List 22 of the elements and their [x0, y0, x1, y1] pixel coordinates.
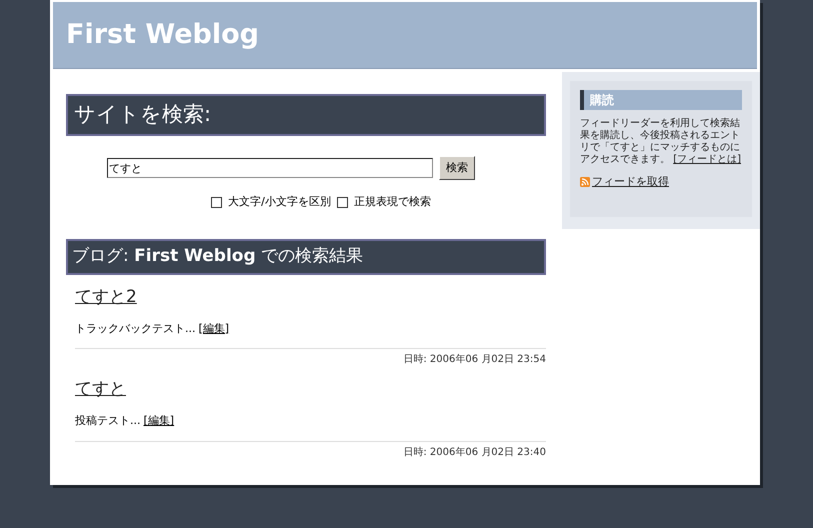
checkbox-label: 正規表現で検索: [354, 194, 431, 210]
checkbox[interactable]: [211, 196, 222, 208]
entry-title-link[interactable]: てすと2: [75, 284, 137, 310]
entry-excerpt: トラックバックテスト...: [75, 320, 196, 337]
get-feed-link[interactable]: フィードを取得: [592, 174, 669, 190]
search-button[interactable]: 検索: [439, 156, 475, 180]
edit-link[interactable]: [編集]: [144, 413, 174, 430]
entry-date: 日時: 2006年06 月02日 23:54: [403, 352, 546, 367]
about-feed-link[interactable]: [フィードとは]: [673, 154, 741, 165]
entry-title-link[interactable]: てすと: [75, 377, 126, 402]
checkbox[interactable]: [336, 196, 348, 208]
search-field[interactable]: てすと: [107, 158, 433, 178]
edit-link[interactable]: [編集]: [198, 320, 230, 338]
subscribe-heading: 購読: [580, 90, 742, 110]
results-heading: ブログ: First Weblog での検索結果: [66, 238, 546, 274]
blog-title: First Weblog: [66, 18, 259, 52]
search-heading: サイトを検索:: [66, 94, 546, 136]
rss-icon: [580, 177, 590, 188]
entry-date: 日時: 2006年06 月02日 23:40: [403, 446, 546, 460]
checkbox-label: 大文字/小文字を区別: [228, 194, 331, 210]
entry-excerpt: 投稿テスト...: [75, 413, 140, 430]
subscribe-description: フィードリーダーを利用して検索結果を購読し、今後投稿されるエントリで「てすと」にマッチするものにアクセスできます。 [フィードとは]: [580, 118, 742, 166]
